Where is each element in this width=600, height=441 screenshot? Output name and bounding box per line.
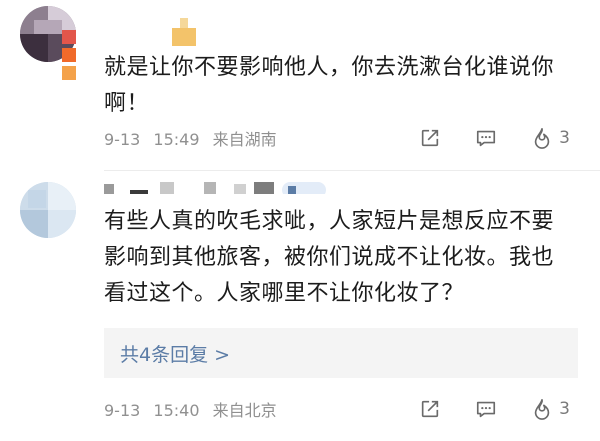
fire-icon[interactable] [531,398,553,420]
view-replies-link[interactable]: 共4条回复 > [104,328,578,378]
comment-icon[interactable] [475,398,497,420]
pixelated-avatar-image [20,182,76,238]
pixelated-name [104,182,326,194]
share-icon[interactable] [419,127,441,149]
comment-icon[interactable] [475,127,497,149]
comment-item: 就是让你不要影响他人，你去洗漱台化谁说你啊！ 9-13 15:49 来自湖南 3 [0,0,600,171]
share-icon[interactable] [419,398,441,420]
comment-time: 15:40 [153,401,200,420]
comment-meta: 9-13 15:49 来自湖南 [104,126,277,150]
comment-date: 9-13 [104,401,141,420]
fire-icon[interactable] [531,127,553,149]
comment-actions: 3 [419,396,570,422]
like-count: 3 [559,399,570,419]
comment-item: 有些人真的吹毛求呲，人家短片是想反应不要影响到其他旅客，被你们说成不让化妆。我也… [0,172,600,441]
comment-date: 9-13 [104,130,141,149]
replies-label[interactable]: 共4条回复 > [120,340,230,367]
comment-footer: 9-13 15:40 来自北京 3 [104,396,584,422]
pixelated-name [172,18,196,46]
like-count: 3 [559,128,570,148]
avatar[interactable] [20,182,76,238]
pixelated-badge [62,30,76,80]
comment-footer: 9-13 15:49 来自湖南 3 [104,125,584,151]
comment-meta: 9-13 15:40 来自北京 [104,397,277,421]
divider [104,170,600,171]
comment-time: 15:49 [153,130,200,149]
comment-text: 就是让你不要影响他人，你去洗漱台化谁说你啊！ [104,55,555,116]
comment-location: 来自北京 [212,401,277,420]
comment-actions: 3 [419,125,570,151]
comment-text: 有些人真的吹毛求呲，人家短片是想反应不要影响到其他旅客，被你们说成不让化妆。我也… [104,209,555,306]
comment-location: 来自湖南 [212,130,277,149]
